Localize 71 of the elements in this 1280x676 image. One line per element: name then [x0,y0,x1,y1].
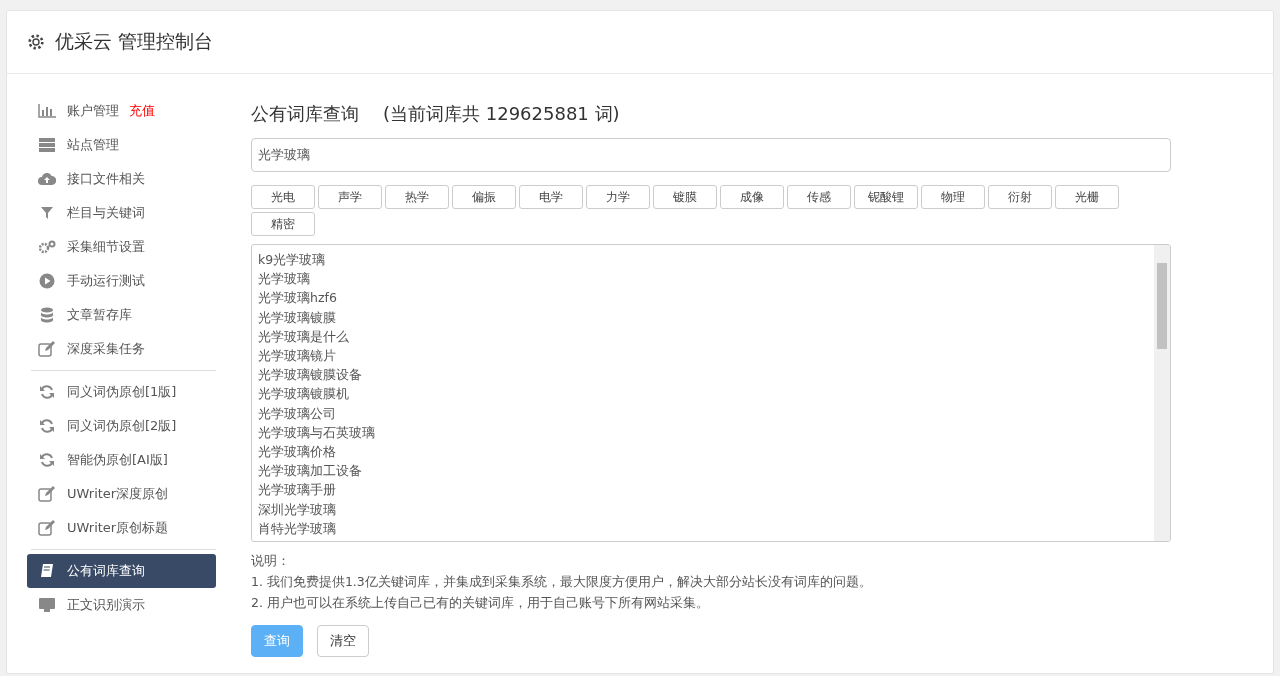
sidebar-item[interactable]: 站点管理 [27,128,216,162]
word-count: (当前词库共 129625881 词) [383,102,620,126]
sidebar-item[interactable]: UWriter深度原创 [27,477,216,511]
app-title: 优采云 管理控制台 [55,29,214,54]
keyword-item[interactable]: 光学玻璃加工设备 [258,461,362,481]
gears-icon [38,240,56,254]
keyword-item[interactable]: 光学玻璃是什么 [258,326,349,346]
cloud-upload-icon [38,172,56,186]
sidebar-item[interactable]: 公有词库查询 [27,554,216,588]
sidebar-item[interactable]: 智能伪原创[AI版] [27,443,216,477]
category-tag[interactable]: 镀膜 [653,185,717,209]
keyword-item[interactable]: k9光学玻璃 [258,250,326,270]
keyword-item[interactable]: 光学玻璃 [258,269,310,289]
play-icon [39,273,55,289]
keyword-item[interactable]: 深圳光学玻璃 [258,499,336,519]
category-tag[interactable]: 物理 [921,185,985,209]
category-tag[interactable]: 成像 [720,185,784,209]
edit-icon [38,341,56,357]
sidebar-item[interactable]: 账户管理 充值 [27,94,216,128]
sidebar-item[interactable]: 接口文件相关 [27,162,216,196]
sidebar-item[interactable]: 文章暂存库 [27,298,216,332]
category-tag[interactable]: 光栅 [1055,185,1119,209]
book-icon [39,563,55,579]
category-tag[interactable]: 传感 [787,185,851,209]
keyword-item[interactable]: 肖特光学玻璃 [258,518,336,539]
keyword-item[interactable]: 光学玻璃hzf6 [258,288,337,308]
refresh-icon [39,452,55,468]
keyword-item[interactable]: 光学玻璃公司 [258,403,336,423]
edit-icon [38,520,56,536]
sidebar-item[interactable]: 正文识别演示 [27,588,216,622]
sidebar-item[interactable]: 同义词伪原创[1版] [27,375,216,409]
refresh-icon [39,384,55,400]
category-tag[interactable]: 热学 [385,185,449,209]
sidebar-item[interactable]: UWriter原创标题 [27,511,216,545]
recharge-link[interactable]: 充值 [129,102,155,120]
keyword-item[interactable]: 光学玻璃价格 [258,442,336,462]
category-tag[interactable]: 电学 [519,185,583,209]
category-tag[interactable]: 力学 [586,185,650,209]
keyword-item[interactable]: 光学玻璃手册 [258,480,336,500]
category-tag[interactable]: 光电 [251,185,315,209]
category-tag[interactable]: 精密 [251,212,315,236]
refresh-icon [39,418,55,434]
bar-chart-icon [38,104,56,118]
sidebar-item[interactable]: 同义词伪原创[2版] [27,409,216,443]
keyword-item[interactable]: 光学玻璃镀膜 [258,307,336,327]
database-icon [39,307,55,323]
scroll-bar[interactable] [1154,245,1170,541]
sidebar-item[interactable]: 手动运行测试 [27,264,216,298]
keyword-item[interactable]: 光学玻璃镀膜设备 [258,365,362,385]
keyword-item[interactable]: 光学玻璃与石英玻璃 [258,422,375,443]
settings-icon [27,33,45,51]
category-tag[interactable]: 衍射 [988,185,1052,209]
notes-heading: 说明： [251,552,291,570]
edit-icon [38,486,56,502]
results-list[interactable]: k9光学玻璃 光学玻璃 光学玻璃hzf6 光学玻璃镀膜 光学玻璃是什么 光学玻璃镜片 光学玻璃镀膜设备 光学玻璃镀膜机 光学玻璃公司 光学玻璃与石英玻璃 光学玻璃价格 光学玻璃加工设备 光学玻璃手册 深圳光学玻璃 肖特光学玻璃 [251,244,1171,542]
keyword-item[interactable]: 光学玻璃镜片 [258,346,336,366]
keyword-item[interactable]: 光学玻璃镀膜机 [258,384,349,404]
category-tag[interactable]: 铌酸锂 [854,185,918,209]
page-title: 公有词库查询 [251,102,359,126]
sidebar-item[interactable]: 采集细节设置 [27,230,216,264]
search-field[interactable]: 光学玻璃 [251,138,1171,172]
monitor-icon [38,597,56,613]
category-tag[interactable]: 声学 [318,185,382,209]
category-tag[interactable]: 偏振 [452,185,516,209]
note-text: 1. 我们免费提供1.3亿关键词库，并集成到采集系统，最大限度方便用户，解决大部分站长没有词库的问题。 [251,573,873,591]
filter-icon [38,206,56,220]
sidebar-item[interactable]: 栏目与关键词 [27,196,216,230]
sidebar-item[interactable]: 深度采集任务 [27,332,216,366]
clear-button[interactable]: 清空 [317,625,369,657]
note-text: 2. 用户也可以在系统上传自己已有的关键词库，用于自己账号下所有网站采集。 [251,594,710,612]
server-icon [38,138,56,152]
